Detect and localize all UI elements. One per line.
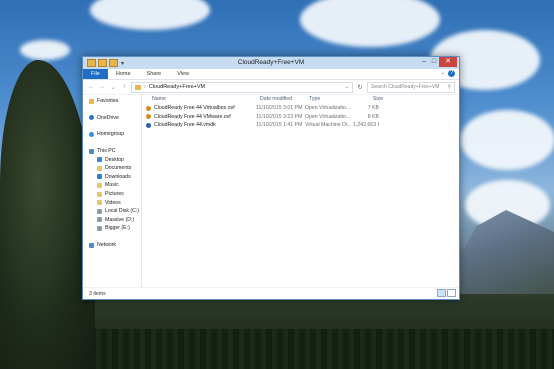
status-bar: 3 items (83, 287, 459, 299)
file-list: Name Date modified Type Size CloudReady … (142, 94, 459, 288)
expand-ribbon-icon[interactable]: ⌄ (441, 70, 445, 76)
address-row: ← → ⌄ ↑ › CloudReady+Free+VM ⌄ ↻ Search … (83, 80, 459, 95)
chevron-right-icon[interactable]: › (144, 84, 146, 90)
nav-item-desktop[interactable]: Desktop (83, 155, 141, 164)
nav-item-pictures[interactable]: Pictures (83, 190, 141, 199)
videos-icon (97, 200, 102, 206)
recent-dropdown-icon[interactable]: ⌄ (109, 84, 117, 91)
view-toggles (437, 289, 456, 297)
tab-view[interactable]: View (169, 69, 197, 79)
column-headers: Name Date modified Type Size (142, 94, 459, 104)
folder-icon (135, 84, 141, 90)
window-controls: – □ ✕ (419, 57, 457, 67)
nav-item-network[interactable]: Network (83, 241, 141, 250)
nav-item-onedrive[interactable]: OneDrive (83, 114, 141, 123)
file-size: 8 KB (367, 113, 379, 120)
tab-share[interactable]: Share (139, 69, 170, 79)
ovf-icon (146, 114, 151, 120)
star-icon (89, 98, 94, 104)
column-header-type[interactable]: Type (309, 96, 357, 102)
downloads-icon (97, 174, 102, 180)
nav-item-bigger[interactable]: Bigger (E:) (83, 224, 141, 233)
forest (90, 329, 554, 369)
nav-item-downloads[interactable]: Downloads (83, 173, 141, 182)
file-name: CloudReady Free 44 Virtualbox.ovf (154, 105, 235, 112)
title-bar[interactable]: ▾ CloudReady+Free+VM – □ ✕ (83, 57, 459, 69)
nav-item-documents[interactable]: Documents (83, 164, 141, 173)
search-icon[interactable]: ⚲ (447, 84, 451, 90)
large-icons-view-icon[interactable] (447, 289, 456, 297)
address-bar[interactable]: › CloudReady+Free+VM ⌄ (131, 81, 353, 93)
file-row[interactable]: CloudReady Free 44.vmdk 11/10/2015 1:41 … (142, 121, 459, 130)
breadcrumb-segment[interactable]: CloudReady+Free+VM (149, 84, 205, 90)
drive-icon (97, 208, 102, 214)
column-header-size[interactable]: Size (357, 96, 383, 102)
file-date: 11/10/2015 1:41 PM (256, 122, 303, 129)
nav-item-homegroup[interactable]: Homegroup (83, 130, 141, 139)
tree (0, 60, 95, 369)
file-name: CloudReady Free 44 VMware.ovf (154, 113, 231, 120)
file-type: Open Virtualizatio... (305, 105, 351, 112)
window-title: CloudReady+Free+VM (237, 59, 305, 66)
cloud (300, 0, 440, 47)
forward-icon[interactable]: → (98, 84, 106, 90)
nav-item-this-pc[interactable]: This PC (83, 147, 141, 156)
desktop-icon (97, 157, 102, 163)
explorer-body: Favorites OneDrive Homegroup This PC Des… (83, 94, 459, 288)
cloud (90, 0, 210, 30)
music-icon (97, 182, 102, 188)
ovf-icon (146, 105, 151, 111)
file-size: 7 KB (367, 105, 379, 112)
documents-icon (97, 165, 102, 171)
help-icon[interactable]: ? (448, 70, 455, 77)
address-history-icon[interactable]: ⌄ (345, 84, 349, 90)
column-header-date[interactable]: Date modified (260, 96, 309, 102)
search-placeholder: Search CloudReady+Free+VM (371, 84, 440, 90)
nav-item-massive[interactable]: Massive (D:) (83, 216, 141, 225)
cloud (460, 110, 554, 170)
maximize-icon[interactable]: □ (429, 57, 439, 67)
close-icon[interactable]: ✕ (439, 57, 457, 67)
cloud-icon (89, 115, 94, 121)
search-input[interactable]: Search CloudReady+Free+VM ⚲ (367, 81, 455, 93)
homegroup-icon (89, 131, 94, 137)
file-type: Open Virtualizatio... (305, 113, 351, 120)
pictures-icon (97, 191, 102, 197)
file-row[interactable]: CloudReady Free 44 VMware.ovf 11/10/2015… (142, 113, 459, 122)
file-row[interactable]: CloudReady Free 44 Virtualbox.ovf 11/10/… (142, 104, 459, 113)
vmdk-icon (146, 122, 151, 128)
nav-item-favorites[interactable]: Favorites (83, 97, 141, 106)
drive-icon (97, 217, 102, 223)
file-size: 1,242,663 KB (353, 122, 379, 129)
computer-icon (89, 148, 94, 154)
tab-file[interactable]: File (83, 69, 108, 79)
cloud (20, 40, 70, 60)
refresh-icon[interactable]: ↻ (356, 84, 364, 91)
file-date: 11/10/2015 3:23 PM (256, 113, 303, 120)
file-date: 11/10/2015 3:01 PM (256, 105, 303, 112)
item-count: 3 items (89, 290, 106, 297)
up-icon[interactable]: ↑ (120, 84, 128, 90)
minimize-icon[interactable]: – (419, 57, 429, 67)
navigation-pane: Favorites OneDrive Homegroup This PC Des… (83, 94, 142, 288)
nav-item-videos[interactable]: Videos (83, 198, 141, 207)
nav-item-local-disk[interactable]: Local Disk (C:) (83, 207, 141, 216)
nav-item-music[interactable]: Music (83, 181, 141, 190)
network-icon (89, 242, 94, 248)
column-header-name[interactable]: Name (152, 96, 260, 102)
details-view-icon[interactable] (437, 289, 446, 297)
drive-icon (97, 225, 102, 231)
file-type: Virtual Machine Di... (305, 122, 352, 129)
explorer-window: ▾ CloudReady+Free+VM – □ ✕ File Home Sha… (82, 56, 460, 300)
back-icon[interactable]: ← (87, 84, 95, 90)
ribbon: File Home Share View ⌄ ? (83, 69, 459, 80)
tab-home[interactable]: Home (108, 69, 139, 79)
file-name: CloudReady Free 44.vmdk (154, 122, 216, 129)
